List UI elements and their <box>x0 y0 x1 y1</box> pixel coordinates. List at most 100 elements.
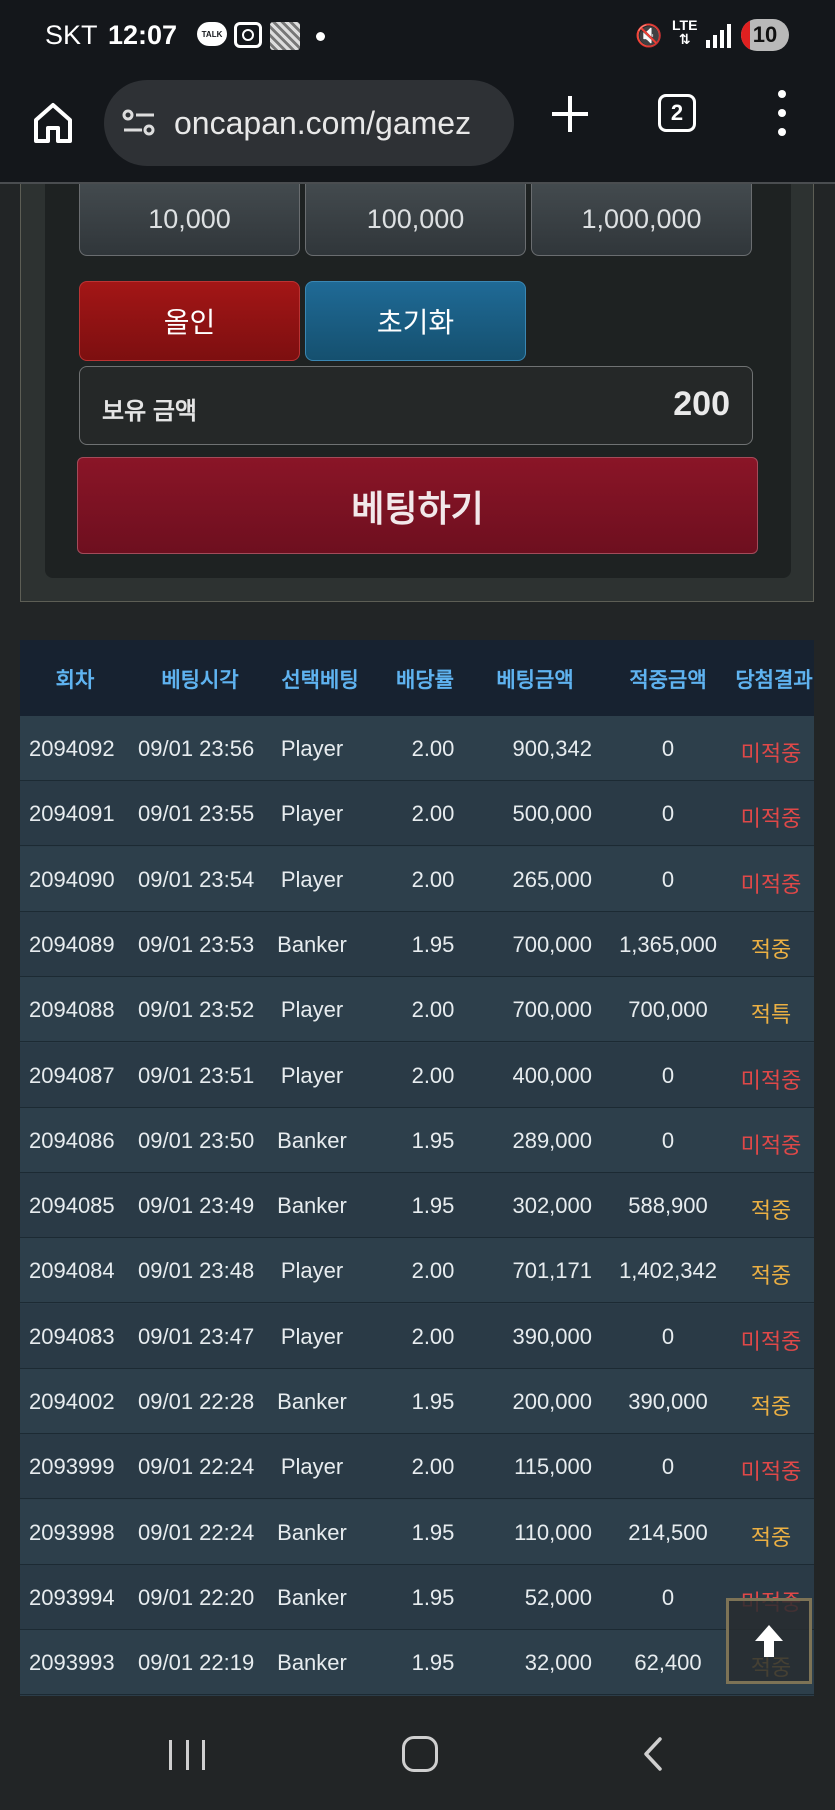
cell-time: 09/01 23:49 <box>138 1193 255 1219</box>
amount-button-1000000[interactable]: 1,000,000 <box>531 184 752 256</box>
cell-round: 2094085 <box>29 1193 115 1219</box>
cell-bet-amount: 200,000 <box>512 1389 592 1414</box>
table-row: 2094088 09/01 23:52 Player 2.00 700,000 700,0… <box>20 977 814 1043</box>
cell-result: 미적중 <box>740 1459 802 1485</box>
lte-icon: LTE ⇅ <box>672 17 698 47</box>
cell-round: 2094090 <box>29 866 115 892</box>
cell-round: 2093994 <box>29 1584 115 1610</box>
header-result: 당첨결과 <box>735 669 813 692</box>
system-home-button[interactable] <box>402 1736 438 1772</box>
header-pick: 선택베팅 <box>281 669 359 692</box>
cell-time: 09/01 23:53 <box>138 931 255 957</box>
cell-pick: Player <box>280 866 344 892</box>
more-menu-button[interactable] <box>770 90 794 136</box>
cell-bet-amount: 701,171 <box>512 1258 592 1284</box>
cell-odds: 2.00 <box>411 997 455 1023</box>
header-round: 회차 <box>55 669 95 692</box>
site-settings-icon <box>122 109 155 136</box>
cell-round: 2094002 <box>29 1389 115 1414</box>
tab-switcher-button[interactable]: 2 <box>658 94 696 132</box>
cell-round: 2093998 <box>29 1519 115 1545</box>
amount-button-10000[interactable]: 10,000 <box>79 184 300 256</box>
cell-time: 09/01 23:51 <box>138 1062 255 1088</box>
cell-result: 미적중 <box>740 1328 802 1354</box>
cell-result: 미적중 <box>740 741 802 766</box>
table-row: 2094083 09/01 23:47 Player 2.00 390,000 0 미적중 <box>20 1303 814 1369</box>
table-row: 2094092 09/01 23:56 Player 2.00 900,342 0 미적중 <box>20 716 814 781</box>
bet-history-table: 회차 베팅시각 선택베팅 배당률 베팅금액 적중금액 당첨결과 2094092 0… <box>20 640 814 1696</box>
scroll-to-top-button[interactable] <box>726 1598 812 1684</box>
table-row: 209399409/01 22:20Banker1.9552,0000미적중 <box>20 1564 814 1630</box>
mute-icon: 🔇 <box>635 23 663 48</box>
cell-time: 09/01 23:48 <box>138 1258 255 1284</box>
cell-time: 09/01 23:56 <box>138 736 255 761</box>
cell-result: 적중 <box>750 936 792 962</box>
home-button[interactable] <box>28 98 78 148</box>
cell-odds: 2.00 <box>411 1062 455 1088</box>
cell-win-amount: 0 <box>661 866 675 892</box>
cell-win-amount: 700,000 <box>628 997 708 1023</box>
cell-bet-amount: 115,000 <box>514 1454 592 1480</box>
address-bar[interactable]: oncapan.com/gamez <box>104 80 514 166</box>
signal-icon <box>705 24 731 48</box>
place-bet-button[interactable]: 베팅하기 <box>77 457 758 554</box>
all-in-button[interactable]: 올인 <box>79 281 300 361</box>
cell-pick: Player <box>280 1323 344 1349</box>
balance-display: 보유 금액 200 <box>79 366 753 445</box>
cell-time: 09/01 23:52 <box>138 997 255 1023</box>
back-icon <box>644 1737 662 1771</box>
cell-pick: Player <box>280 801 344 827</box>
table-row: 2094002 09/01 22:28 Banker 1.95 200,000 390,0… <box>20 1369 814 1434</box>
table-header: 회차 베팅시각 선택베팅 배당률 베팅금액 적중금액 당첨결과 <box>20 640 814 716</box>
new-tab-button[interactable] <box>548 92 592 136</box>
table-row: 2094085 09/01 23:49 Banker 1.95 302,000 588,9… <box>20 1173 814 1239</box>
table-row: 2094089 09/01 23:53 Banker 1.95 700,000 1,365… <box>20 911 814 977</box>
header-bet-amount: 베팅금액 <box>496 669 574 692</box>
cell-round: 2093999 <box>29 1454 115 1480</box>
arrow-up-icon <box>755 1625 783 1657</box>
cell-odds: 1.95 <box>411 1193 455 1219</box>
cell-win-amount: 588,900 <box>628 1193 708 1219</box>
cell-time: 09/01 23:55 <box>138 801 255 827</box>
back-button[interactable] <box>636 1736 672 1772</box>
cell-round: 2093993 <box>29 1650 115 1676</box>
table-row: 2094091 09/01 23:55 Player 2.00 500,000 0 미적중 <box>20 781 814 847</box>
cell-bet-amount: 289,000 <box>512 1127 592 1153</box>
table-row: 2094084 09/01 23:48 Player 2.00 701,171 1,402… <box>20 1238 814 1304</box>
cell-pick: Banker <box>277 1127 347 1153</box>
cell-pick: Player <box>280 1258 344 1284</box>
cell-round: 2094088 <box>29 997 115 1023</box>
cell-round: 2094092 <box>29 736 115 761</box>
cell-pick: Player <box>280 1062 344 1088</box>
cell-odds: 1.95 <box>411 1389 455 1414</box>
home-icon <box>34 103 72 143</box>
cell-win-amount: 0 <box>661 1323 675 1349</box>
table-row: 2093999 09/01 22:24 Player 2.00 115,000 0 미적중 <box>20 1434 814 1500</box>
cell-odds: 2.00 <box>411 1323 455 1349</box>
cell-win-amount: 390,000 <box>628 1389 708 1414</box>
cell-round: 2094087 <box>29 1062 115 1088</box>
cell-time: 09/01 22:24 <box>138 1519 255 1545</box>
table-row: 2093998 09/01 22:24 Banker 1.95 110,000 214,5… <box>20 1499 814 1565</box>
cell-bet-amount: 52,000 <box>524 1584 592 1610</box>
balance-label: 보유 금액 <box>102 398 197 425</box>
cell-bet-amount: 400,000 <box>512 1062 592 1088</box>
cell-time: 09/01 22:24 <box>138 1454 255 1480</box>
kakaotalk-icon: TALK <box>197 22 227 46</box>
recent-apps-button[interactable] <box>169 1740 205 1770</box>
cell-odds: 2.00 <box>411 801 455 827</box>
cell-time: 09/01 23:54 <box>138 866 255 892</box>
url-text: oncapan.com/gamez <box>174 105 472 141</box>
cell-odds: 2.00 <box>411 736 455 761</box>
cell-odds: 1.95 <box>411 1519 455 1545</box>
cell-win-amount: 62,400 <box>634 1650 702 1676</box>
cell-odds: 2.00 <box>411 1454 455 1480</box>
amount-button-100000[interactable]: 100,000 <box>305 184 526 256</box>
cell-result: 적중 <box>750 1524 792 1550</box>
cell-bet-amount: 700,000 <box>512 931 592 957</box>
cell-pick: Banker <box>277 1519 347 1545</box>
balance-value: 200 <box>673 385 730 423</box>
cell-bet-amount: 110,000 <box>514 1519 592 1545</box>
reset-button[interactable]: 초기화 <box>305 281 526 361</box>
cell-time: 09/01 22:28 <box>138 1389 255 1414</box>
